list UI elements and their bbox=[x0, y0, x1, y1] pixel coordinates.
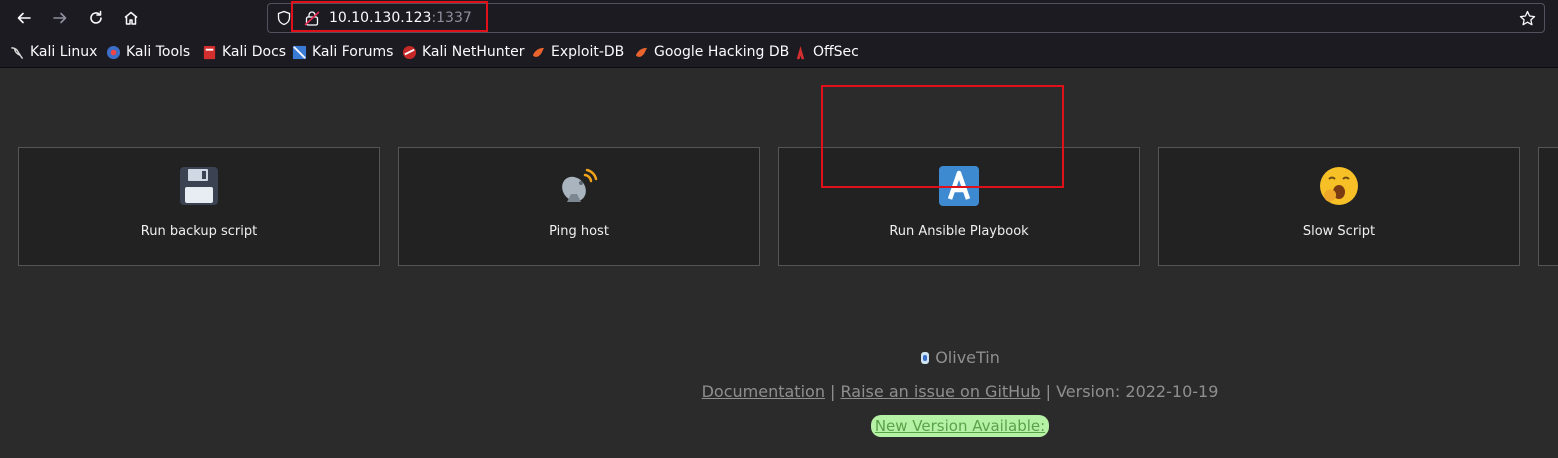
reload-icon bbox=[90, 10, 102, 24]
yawning-face-icon bbox=[1319, 166, 1359, 206]
footer-separator: | bbox=[1045, 382, 1051, 401]
bookmark-label: Kali NetHunter bbox=[422, 44, 525, 60]
footer-links: Documentation | Raise an issue on GitHub… bbox=[0, 382, 1558, 401]
bookmark-label: Kali Forums bbox=[312, 44, 394, 60]
action-run-backup-script[interactable]: Run backup script bbox=[18, 147, 380, 266]
action-label: Run Ansible Playbook bbox=[889, 224, 1029, 239]
bookmark-kali-linux[interactable]: Kali Linux bbox=[10, 43, 97, 61]
back-arrow-icon bbox=[17, 12, 31, 24]
reload-button[interactable] bbox=[82, 4, 110, 32]
bookmark-label: Google Hacking DB bbox=[654, 44, 790, 60]
action-slow-script[interactable]: Slow Script bbox=[1158, 147, 1520, 266]
action-card-partial[interactable] bbox=[1538, 147, 1558, 266]
bookmarks-bar: Kali Linux Kali Tools Kali Docs Kali For… bbox=[0, 37, 1558, 68]
bookmark-star-icon[interactable] bbox=[1519, 10, 1536, 27]
bookmark-label: OffSec bbox=[813, 44, 859, 60]
version-text: Version: 2022-10-19 bbox=[1056, 382, 1219, 401]
exploit-db-icon bbox=[532, 47, 545, 57]
home-button[interactable] bbox=[117, 4, 145, 32]
bookmark-google-hacking-db[interactable]: Google Hacking DB bbox=[634, 43, 789, 61]
browser-toolbar: 10.10.130.123:1337 bbox=[0, 0, 1558, 37]
floppy-disk-icon bbox=[179, 166, 219, 206]
page-content: Run backup script Ping host Run Ansible … bbox=[0, 68, 1558, 458]
documentation-link[interactable]: Documentation bbox=[702, 382, 825, 401]
ansible-highlight-box bbox=[821, 85, 1064, 188]
kali-dragon-icon bbox=[11, 46, 23, 59]
nethunter-icon bbox=[402, 45, 417, 59]
olivetin-logo-icon bbox=[921, 352, 930, 364]
action-label: Slow Script bbox=[1302, 224, 1376, 239]
bookmark-label: Kali Linux bbox=[30, 44, 98, 60]
home-icon bbox=[124, 11, 138, 25]
offsec-icon bbox=[796, 45, 805, 59]
action-ping-host[interactable]: Ping host bbox=[398, 147, 760, 266]
bookmark-offsec[interactable]: OffSec bbox=[793, 43, 859, 61]
kali-docs-icon bbox=[203, 45, 216, 59]
footer-title: OliveTin bbox=[0, 348, 1558, 367]
new-version-container: New Version Available: bbox=[0, 415, 1558, 437]
forward-arrow-icon bbox=[53, 12, 67, 24]
bookmark-exploit-db[interactable]: Exploit-DB bbox=[531, 43, 624, 61]
bookmark-kali-tools[interactable]: Kali Tools bbox=[106, 43, 190, 61]
bookmark-kali-forums[interactable]: Kali Forums bbox=[292, 43, 393, 61]
bookmark-label: Kali Docs bbox=[222, 44, 287, 60]
action-label: Ping host bbox=[549, 224, 609, 239]
back-button[interactable] bbox=[10, 4, 38, 32]
action-label: Run backup script bbox=[140, 224, 258, 239]
footer-separator: | bbox=[830, 382, 836, 401]
new-version-link[interactable]: New Version Available: bbox=[870, 415, 1050, 437]
satellite-dish-icon bbox=[559, 166, 599, 206]
bookmark-label: Exploit-DB bbox=[551, 44, 625, 60]
url-highlight-box bbox=[291, 1, 488, 32]
ghdb-icon bbox=[635, 47, 648, 57]
forward-button[interactable] bbox=[46, 4, 74, 32]
tracking-shield-icon[interactable] bbox=[276, 10, 292, 26]
bookmark-kali-nethunter[interactable]: Kali NetHunter bbox=[402, 43, 524, 61]
raise-issue-link[interactable]: Raise an issue on GitHub bbox=[841, 382, 1041, 401]
kali-forums-icon bbox=[292, 45, 307, 59]
bookmark-kali-docs[interactable]: Kali Docs bbox=[202, 43, 286, 61]
bookmark-label: Kali Tools bbox=[126, 44, 191, 60]
olivetin-title: OliveTin bbox=[935, 348, 1000, 367]
kali-tools-icon bbox=[106, 45, 121, 59]
